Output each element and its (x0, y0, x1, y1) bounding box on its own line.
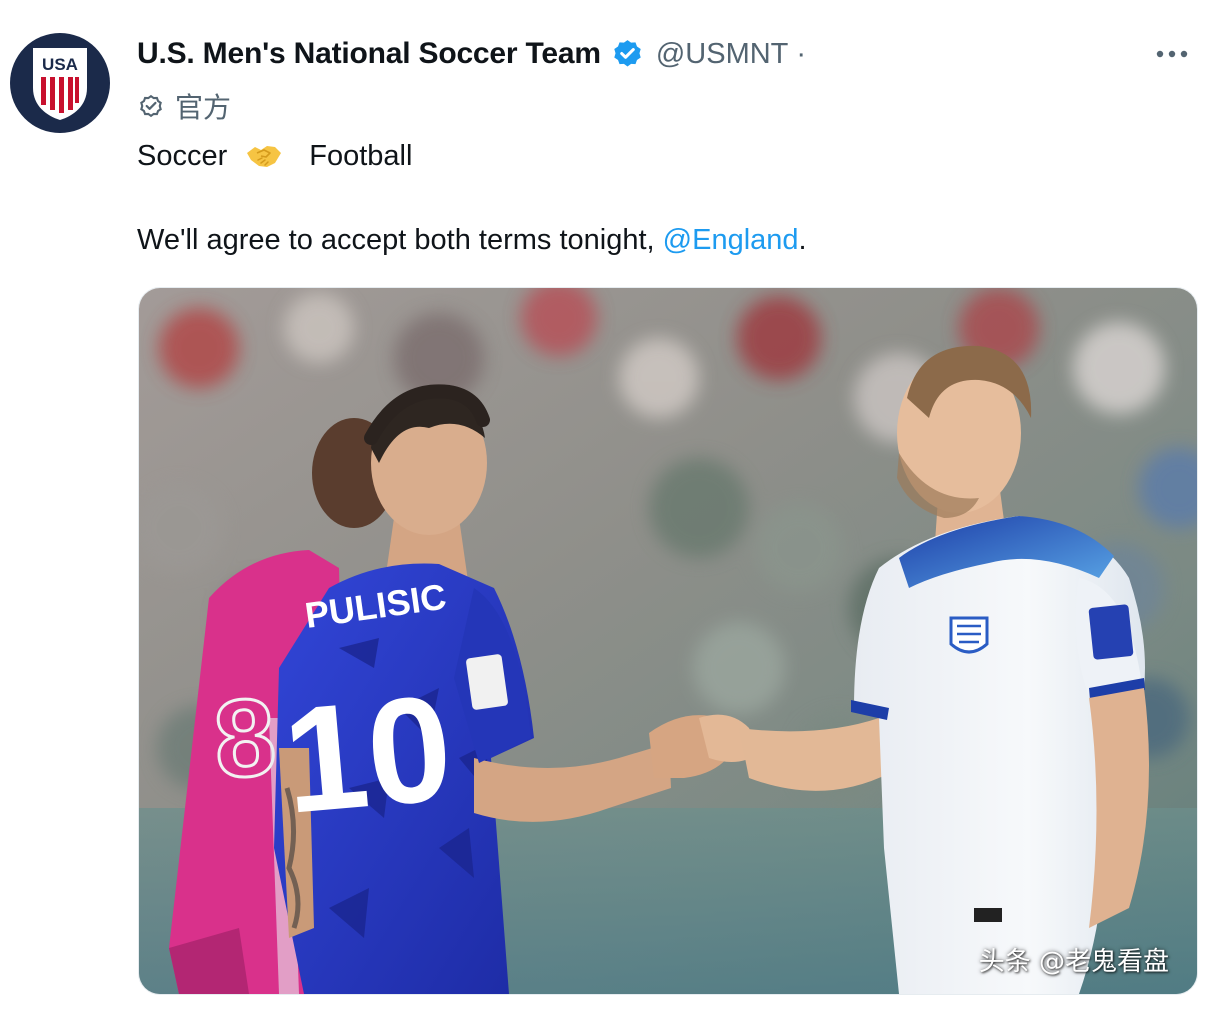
jersey-number: 10 (277, 663, 458, 845)
mention-link-england[interactable]: @England (663, 224, 799, 257)
watermark-text: 头条 @老鬼看盘 (978, 947, 1169, 977)
tweet-sentence-end: . (798, 223, 807, 256)
affiliation-label: 官方 (175, 92, 232, 123)
more-dots-icon[interactable] (1154, 40, 1190, 68)
verified-badge-icon (611, 38, 644, 71)
usa-crest-icon: USA (33, 48, 87, 120)
official-check-icon (137, 92, 165, 120)
affiliation-row: 官方 (137, 88, 231, 124)
tweet-text-line-2: We'll agree to accept both terms tonight… (137, 220, 807, 260)
avatar-crest-text: USA (42, 55, 78, 74)
tweet-sentence: We'll agree to accept both terms tonight… (137, 223, 663, 256)
back-jersey-number: 8 (210, 675, 280, 802)
tweet-photo[interactable]: 8 PULISIC 10 头条 @老鬼看盘 (138, 287, 1198, 995)
handshake-photo: 8 PULISIC 10 (139, 288, 1197, 994)
tweet-text-line-1: Soccer Football (137, 136, 412, 176)
tweet-card: USA U.S. Men's National Soccer Team @USM… (0, 0, 1216, 1014)
header-separator: · (796, 37, 807, 70)
tweet-word-football: Football (309, 139, 413, 172)
handshake-emoji-icon (245, 141, 283, 171)
account-handle[interactable]: @USMNT (656, 38, 789, 71)
tweet-word-soccer: Soccer (137, 139, 228, 172)
display-name[interactable]: U.S. Men's National Soccer Team (137, 37, 601, 71)
account-avatar[interactable]: USA (10, 33, 110, 133)
tweet-header: U.S. Men's National Soccer Team @USMNT · (137, 34, 806, 74)
